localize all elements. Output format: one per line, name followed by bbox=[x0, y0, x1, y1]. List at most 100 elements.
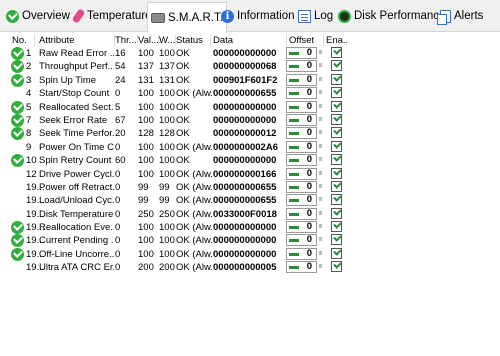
enabled-checkbox[interactable] bbox=[331, 100, 342, 112]
cell-worst: 128 bbox=[159, 128, 175, 140]
tab-label: Disk Performance bbox=[354, 10, 446, 22]
offset-spinner[interactable]: 0 bbox=[286, 167, 317, 180]
tab-temperature[interactable]: Temperature bbox=[68, 4, 156, 28]
offset-value: 0 bbox=[306, 74, 312, 85]
tab-smart[interactable]: S.M.A.R.T. bbox=[147, 2, 227, 33]
spinner-arrows-icon[interactable] bbox=[319, 116, 322, 121]
table-row[interactable]: 19...Ultra ATA CRC Er...0200200OK (Alw..… bbox=[8, 261, 352, 274]
cell-threshold: 0 bbox=[115, 208, 121, 220]
spinner-arrows-icon[interactable] bbox=[319, 130, 322, 135]
offset-spinner[interactable]: 0 bbox=[286, 73, 317, 86]
spinner-arrows-icon[interactable] bbox=[319, 76, 322, 81]
enabled-checkbox[interactable] bbox=[331, 261, 342, 273]
table-row[interactable]: 19...Disk Temperature0250250OK (Alw...00… bbox=[8, 207, 352, 221]
spinner-arrows-icon[interactable] bbox=[319, 50, 322, 54]
enabled-checkbox[interactable] bbox=[331, 154, 342, 166]
spinner-arrows-icon[interactable] bbox=[319, 170, 322, 175]
offset-spinner[interactable]: 0 bbox=[286, 60, 317, 73]
enabled-checkbox[interactable] bbox=[331, 247, 342, 259]
col-header-value[interactable]: Val... bbox=[138, 35, 158, 46]
enabled-checkbox[interactable] bbox=[331, 127, 342, 139]
table-row[interactable]: 19...Off-Line Uncorre...0100100OK (Alw..… bbox=[8, 247, 352, 261]
enabled-checkbox[interactable] bbox=[331, 73, 342, 85]
enabled-checkbox[interactable] bbox=[331, 47, 342, 58]
col-header-status[interactable]: Status bbox=[176, 35, 210, 46]
enabled-checkbox[interactable] bbox=[331, 60, 342, 72]
spinner-arrows-icon[interactable] bbox=[319, 103, 322, 108]
info-icon: i bbox=[221, 9, 234, 23]
offset-spinner[interactable]: 0 bbox=[286, 154, 317, 167]
col-header-enabled[interactable]: Ena... bbox=[326, 35, 348, 46]
offset-spinner[interactable]: 0 bbox=[286, 207, 317, 220]
spinner-arrows-icon[interactable] bbox=[319, 183, 322, 188]
spinner-arrows-icon[interactable] bbox=[319, 237, 322, 242]
offset-value: 0 bbox=[306, 222, 312, 233]
col-header-data[interactable]: Data bbox=[213, 35, 283, 46]
table-row[interactable]: 9Power On Time C...0100100OK (Alw...0000… bbox=[8, 140, 352, 154]
enabled-checkbox[interactable] bbox=[331, 207, 342, 219]
table-row[interactable]: 19...Current Pending ...0100100OK (Alw..… bbox=[8, 234, 352, 248]
offset-spinner[interactable]: 0 bbox=[286, 100, 317, 113]
tab-disk-performance[interactable]: Disk Performance bbox=[334, 4, 449, 28]
tab-overview[interactable]: Overview bbox=[2, 4, 74, 28]
table-row[interactable]: 8 Seek Time Perfor... 20 128 128 OK 0000000000… bbox=[8, 127, 352, 141]
enabled-checkbox[interactable] bbox=[331, 234, 342, 246]
enabled-checkbox[interactable] bbox=[331, 113, 342, 125]
tab-information[interactable]: i Information bbox=[217, 4, 299, 28]
enabled-checkbox[interactable] bbox=[331, 221, 342, 233]
spinner-arrows-icon[interactable] bbox=[319, 264, 322, 269]
offset-value: 0 bbox=[306, 48, 312, 58]
col-header-worst[interactable]: W... bbox=[159, 35, 175, 46]
offset-spinner[interactable]: 0 bbox=[286, 87, 317, 100]
spinner-arrows-icon[interactable] bbox=[319, 63, 322, 68]
offset-spinner[interactable]: 0 bbox=[286, 247, 317, 260]
enabled-checkbox[interactable] bbox=[331, 194, 342, 206]
table-row[interactable]: 19...Power off Retract...09999OK (Alw...… bbox=[8, 180, 352, 194]
spinner-arrows-icon[interactable] bbox=[319, 90, 322, 95]
col-header-threshold[interactable]: Thr... bbox=[115, 35, 137, 46]
table-row[interactable]: 19...Load/Unload Cyc...09999OK (Alw...00… bbox=[8, 194, 352, 207]
offset-spinner[interactable]: 0 bbox=[286, 261, 317, 274]
status-ok-icon bbox=[11, 221, 24, 235]
offset-spinner[interactable]: 0 bbox=[286, 234, 317, 247]
offset-spinner[interactable]: 0 bbox=[286, 221, 317, 234]
enabled-checkbox[interactable] bbox=[331, 180, 342, 192]
offset-spinner[interactable]: 0 bbox=[286, 127, 317, 140]
table-row[interactable]: 2 Throughput Perf... 54 137 137 OK 00000000006… bbox=[8, 60, 352, 74]
tab-log[interactable]: Log bbox=[294, 4, 337, 28]
col-header-offset[interactable]: Offset bbox=[289, 35, 323, 46]
enabled-checkbox[interactable] bbox=[331, 87, 342, 99]
table-row[interactable]: 12Drive Power Cycl...0100100OK (Alw...00… bbox=[8, 167, 352, 181]
table-row[interactable]: 3 Spin Up Time 24 131 131 OK 000901F601F2 0 bbox=[8, 73, 352, 87]
cell-attribute: Spin Retry Count bbox=[39, 155, 112, 167]
spinner-arrows-icon[interactable] bbox=[319, 210, 322, 215]
cell-status: OK bbox=[176, 48, 190, 59]
tab-alerts[interactable]: Alerts bbox=[436, 4, 487, 28]
enabled-checkbox[interactable] bbox=[331, 140, 342, 152]
cell-attribute: Load/Unload Cyc... bbox=[39, 195, 114, 207]
offset-spinner[interactable]: 0 bbox=[286, 140, 317, 153]
spinner-arrows-icon[interactable] bbox=[319, 143, 322, 148]
table-row[interactable]: 4Start/Stop Count0100100OK (Alw...000000… bbox=[8, 87, 352, 100]
offset-value: 0 bbox=[306, 155, 312, 166]
spinner-arrows-icon[interactable] bbox=[319, 224, 322, 229]
table-row[interactable]: 1 Raw Read Error ... 16 100 100 OK 00000000000… bbox=[8, 47, 352, 60]
offset-spinner[interactable]: 0 bbox=[286, 113, 317, 126]
check-circle-icon bbox=[6, 9, 19, 23]
cell-threshold: 0 bbox=[115, 88, 121, 100]
cell-value: 250 bbox=[138, 208, 154, 220]
spinner-arrows-icon[interactable] bbox=[319, 197, 322, 202]
offset-spinner[interactable]: 0 bbox=[286, 194, 317, 207]
col-header-attribute[interactable]: Attribute bbox=[39, 35, 114, 46]
table-row[interactable]: 19...Reallocation Eve...0100100OK (Alw..… bbox=[8, 221, 352, 235]
spinner-arrows-icon[interactable] bbox=[319, 157, 322, 162]
offset-spinner[interactable]: 0 bbox=[286, 47, 317, 59]
col-header-no[interactable]: No. bbox=[12, 35, 34, 46]
offset-spinner[interactable]: 0 bbox=[286, 180, 317, 193]
table-row[interactable]: 10 Spin Retry Count 60 100 100 OK 000000000000… bbox=[8, 154, 352, 168]
status-ok-icon bbox=[11, 73, 24, 87]
table-row[interactable]: 7 Seek Error Rate 67 100 100 OK 000000000000 0 bbox=[8, 113, 352, 127]
enabled-checkbox[interactable] bbox=[331, 167, 342, 179]
table-row[interactable]: 5 Reallocated Sect... 5 100 100 OK 00000000000… bbox=[8, 100, 352, 114]
spinner-arrows-icon[interactable] bbox=[319, 250, 322, 255]
